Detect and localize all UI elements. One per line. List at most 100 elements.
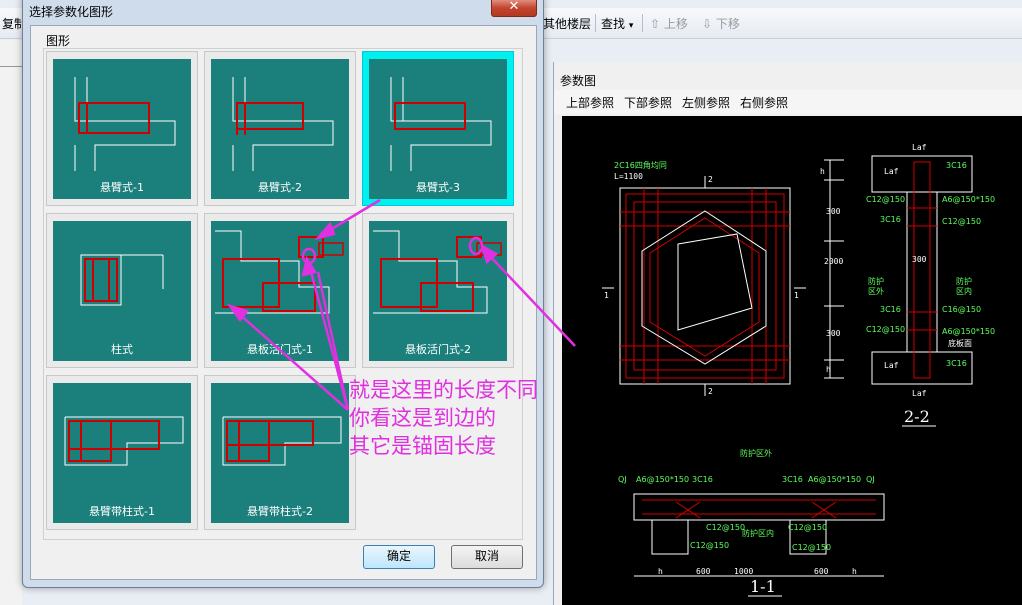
section-2-2	[824, 155, 973, 385]
svg-text:防护: 防护	[956, 276, 972, 286]
hanging-door-2-diagram	[373, 230, 502, 314]
svg-text:底板面: 底板面	[948, 338, 972, 348]
svg-text:3C16: 3C16	[880, 215, 901, 224]
note-line-2: 你看这是到边的	[349, 406, 496, 430]
tile-label: 悬臂带柱式-1	[89, 505, 155, 518]
cantilever-column-2-diagram	[222, 416, 342, 466]
arrow-up-icon: ⇧	[650, 17, 661, 31]
move-down-label: 下移	[715, 17, 740, 31]
tile-label: 柱式	[111, 343, 133, 356]
svg-text:Laf: Laf	[912, 143, 927, 152]
svg-text:3C16: 3C16	[782, 475, 803, 484]
cantilever-column-1-diagram	[64, 416, 184, 466]
cantilever-1-diagram	[74, 77, 176, 171]
dialog-title: 选择参数化图形	[29, 5, 114, 19]
param-panel: 参数图 上部参照 下部参照 左侧参照 右侧参照 2C16四角均同 L=1100 …	[553, 62, 1022, 605]
tab-left-reference[interactable]: 左侧参照	[682, 94, 730, 111]
annotation-note: 就是这里的长度不同 你看这是到边的 其它是锚固长度	[349, 376, 538, 460]
svg-text:QJ: QJ	[618, 475, 627, 484]
tile-hanging-door-2[interactable]: 悬板活门式-2	[362, 213, 514, 368]
divider	[0, 66, 22, 67]
select-shape-dialog: 选择参数化图形 ✕ 图形 悬臂式-1 悬臂式-2 悬臂式-3 柱式 悬板活门式-…	[22, 0, 544, 588]
tile-cantilever-1[interactable]: 悬臂式-1	[46, 51, 198, 206]
svg-text:300: 300	[826, 329, 841, 338]
plan-view	[602, 176, 806, 396]
close-icon: ✕	[508, 0, 520, 14]
svg-text:C12@150: C12@150	[690, 541, 729, 550]
left-strip	[0, 40, 22, 605]
move-up-button[interactable]: ⇧ 上移	[650, 15, 688, 32]
svg-text:C12@150: C12@150	[942, 217, 981, 226]
param-tabs: 上部参照 下部参照 左侧参照 右侧参照	[554, 90, 1022, 114]
svg-text:Laf: Laf	[884, 167, 899, 176]
svg-text:Laf: Laf	[884, 361, 899, 370]
move-down-button[interactable]: ⇩ 下移	[702, 15, 740, 32]
tab-bottom-reference[interactable]: 下部参照	[624, 94, 672, 111]
dialog-body: 图形 悬臂式-1 悬臂式-2 悬臂式-3 柱式 悬板活门式-1 悬板活门式-2 …	[30, 25, 537, 580]
tile-column[interactable]: 柱式	[46, 213, 198, 368]
svg-text:区外: 区外	[868, 286, 884, 296]
svg-text:h: h	[852, 567, 857, 576]
svg-text:3C16: 3C16	[880, 305, 901, 314]
tile-label: 悬臂式-2	[258, 181, 302, 194]
svg-text:300: 300	[912, 255, 927, 264]
svg-text:C12@150: C12@150	[866, 195, 905, 204]
tile-cantilever-column-1[interactable]: 悬臂带柱式-1	[46, 375, 198, 530]
svg-text:A6@150*150: A6@150*150	[636, 475, 689, 484]
tile-label: 悬臂式-3	[416, 181, 460, 194]
group-label: 图形	[46, 34, 71, 48]
toolbar-separator	[642, 14, 643, 32]
svg-text:防护区内: 防护区内	[742, 528, 774, 538]
svg-text:A6@150*150: A6@150*150	[942, 327, 995, 336]
tile-hanging-door-1[interactable]: 悬板活门式-1	[204, 213, 356, 368]
close-button[interactable]: ✕	[491, 0, 537, 17]
svg-text:防护区外: 防护区外	[740, 448, 772, 458]
hanging-door-1-diagram	[215, 230, 344, 314]
svg-text:1: 1	[604, 291, 609, 300]
svg-text:区内: 区内	[956, 286, 972, 296]
svg-text:2: 2	[708, 175, 713, 184]
other-floors-button[interactable]: 其他楼层	[543, 15, 591, 32]
shape-group: 悬臂式-1 悬臂式-2 悬臂式-3 柱式 悬板活门式-1 悬板活门式-2 悬臂带…	[43, 48, 523, 540]
move-up-label: 上移	[663, 17, 688, 31]
svg-text:C12@150: C12@150	[866, 325, 905, 334]
svg-text:Laf: Laf	[912, 389, 927, 398]
svg-text:C12@150: C12@150	[788, 523, 827, 532]
tile-cantilever-3[interactable]: 悬臂式-3	[362, 51, 514, 206]
toolbar-separator	[595, 14, 596, 32]
note-line-1: 就是这里的长度不同	[349, 378, 538, 402]
svg-text:C12@150: C12@150	[792, 543, 831, 552]
svg-text:3C16: 3C16	[692, 475, 713, 484]
svg-text:A6@150*150: A6@150*150	[942, 195, 995, 204]
svg-text:600: 600	[696, 567, 711, 576]
arrow-down-icon: ⇩	[702, 17, 713, 31]
tile-label: 悬臂带柱式-2	[247, 505, 313, 518]
tile-label: 悬板活门式-2	[405, 343, 471, 356]
tile-label: 悬臂式-1	[100, 181, 144, 194]
svg-text:2000: 2000	[824, 257, 843, 266]
corner-text: 2C16四角均同	[614, 160, 667, 170]
svg-text:2: 2	[708, 387, 713, 396]
svg-text:C16@150: C16@150	[942, 305, 981, 314]
column-diagram	[80, 254, 164, 306]
svg-text:600: 600	[814, 567, 829, 576]
cad-drawing[interactable]: 2C16四角均同 L=1100 2 2 1 1 h 300 2000 300 h…	[562, 116, 1022, 605]
tab-top-reference[interactable]: 上部参照	[566, 94, 614, 111]
cantilever-2-diagram	[232, 77, 334, 171]
tile-cantilever-column-2[interactable]: 悬臂带柱式-2	[204, 375, 356, 530]
svg-text:3C16: 3C16	[946, 359, 967, 368]
svg-text:h: h	[820, 167, 825, 176]
note-line-3: 其它是锚固长度	[349, 434, 496, 458]
tab-right-reference[interactable]: 右侧参照	[740, 94, 788, 111]
param-panel-title: 参数图	[560, 74, 597, 88]
svg-text:h: h	[658, 567, 663, 576]
ok-button[interactable]: 确定	[363, 545, 435, 569]
find-button[interactable]: 查找 ▾	[601, 15, 633, 32]
section-label-2-2: 2-2	[904, 407, 930, 426]
cancel-button[interactable]: 取消	[451, 545, 523, 569]
tile-cantilever-2[interactable]: 悬臂式-2	[204, 51, 356, 206]
svg-text:300: 300	[826, 207, 841, 216]
corner-len: L=1100	[614, 172, 643, 181]
svg-text:A6@150*150: A6@150*150	[808, 475, 861, 484]
svg-text:1: 1	[794, 291, 799, 300]
